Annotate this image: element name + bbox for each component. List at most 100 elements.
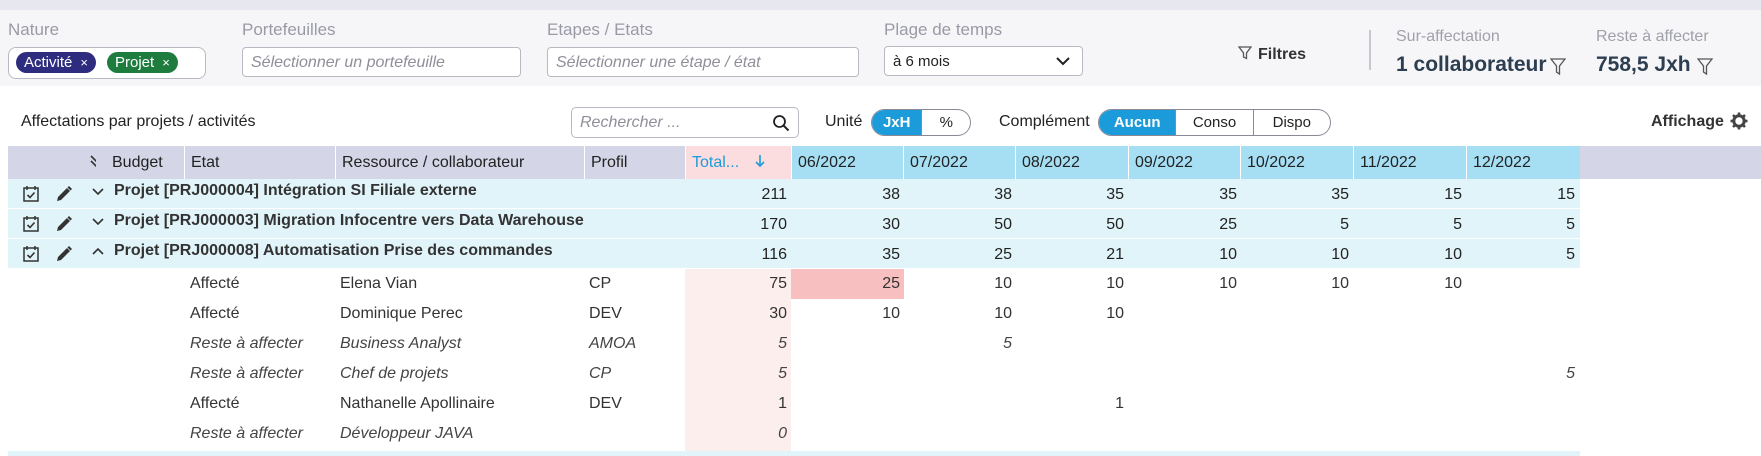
- project-name: Projet [PRJ000008] Automatisation Prise …: [114, 242, 553, 259]
- reste-value: 758,5 Jxh: [1596, 53, 1691, 76]
- detail-ressource[interactable]: Dominique Perec: [340, 305, 463, 323]
- project-month-value: 5: [1566, 216, 1575, 233]
- col-month[interactable]: 12/2022: [1466, 146, 1580, 179]
- detail-month-value[interactable]: 5: [1466, 365, 1579, 383]
- detail-ressource[interactable]: Business Analyst: [340, 335, 461, 353]
- project-month-value: 38: [882, 186, 900, 203]
- detail-etat: Reste à affecter: [190, 425, 303, 442]
- detail-month-value[interactable]: 10: [903, 305, 1016, 323]
- project-total: 116: [761, 246, 787, 263]
- col-month[interactable]: 06/2022: [791, 146, 904, 179]
- plage-select[interactable]: à 6 mois: [884, 46, 1083, 76]
- detail-etat: Reste à affecter: [190, 365, 303, 382]
- filter-icon[interactable]: [1697, 58, 1713, 76]
- detail-month-value[interactable]: 10: [1128, 275, 1241, 293]
- top-strip: [0, 0, 1761, 10]
- unite-label: Unité: [825, 113, 863, 130]
- edit-pencil-icon[interactable]: [55, 185, 73, 208]
- calendar-check-icon[interactable]: [22, 215, 40, 238]
- project-month-value: 21: [1106, 246, 1124, 263]
- unite-option-percent[interactable]: %: [922, 110, 970, 135]
- col-month[interactable]: 07/2022: [903, 146, 1016, 179]
- unite-toggle[interactable]: JxH %: [871, 109, 971, 136]
- detail-ressource[interactable]: Elena Vian: [340, 275, 417, 293]
- remove-chip-icon[interactable]: ×: [162, 55, 170, 70]
- sur-affectation-value: 1 collaborateur: [1396, 53, 1547, 76]
- detail-month-value[interactable]: 10: [1240, 275, 1353, 293]
- detail-month-value[interactable]: 5: [903, 335, 1016, 353]
- search-input[interactable]: Rechercher ...: [571, 107, 799, 138]
- gear-icon[interactable]: [1730, 112, 1748, 130]
- project-month-value: 35: [1219, 186, 1237, 203]
- project-month-value: 25: [994, 246, 1012, 263]
- portefeuille-select[interactable]: Sélectionner un portefeuille: [242, 47, 521, 77]
- portefeuilles-label: Portefeuilles: [242, 20, 336, 39]
- project-month-value: 35: [1106, 186, 1124, 203]
- complement-option-conso[interactable]: Conso: [1176, 110, 1254, 135]
- filter-icon[interactable]: [1550, 58, 1566, 76]
- col-etat[interactable]: Etat: [184, 146, 335, 179]
- project-month-value: 35: [1331, 186, 1349, 203]
- sort-down-icon: [755, 155, 765, 168]
- detail-month-value[interactable]: 10: [1353, 275, 1466, 293]
- project-month-value: 50: [994, 216, 1012, 233]
- edit-pencil-icon[interactable]: [55, 245, 73, 268]
- chevron-down-icon[interactable]: [91, 185, 105, 203]
- detail-month-value[interactable]: 10: [1015, 305, 1128, 323]
- detail-ressource[interactable]: Nathanelle Apollinaire: [340, 395, 495, 413]
- detail-ressource[interactable]: Développeur JAVA: [340, 425, 473, 443]
- project-month-value: 10: [1444, 246, 1462, 263]
- nature-chip-field[interactable]: Activité × Projet ×: [8, 47, 206, 79]
- detail-total: 5: [778, 335, 787, 352]
- col-total[interactable]: Total...: [685, 146, 791, 179]
- calendar-check-icon[interactable]: [22, 245, 40, 268]
- detail-etat: Affecté: [190, 395, 240, 412]
- detail-profil: DEV: [589, 395, 622, 412]
- project-month-value: 15: [1557, 186, 1575, 203]
- chevron-down-icon[interactable]: [91, 215, 105, 233]
- chip-activite[interactable]: Activité ×: [16, 52, 96, 73]
- divider: [1369, 30, 1371, 70]
- sur-affectation-label: Sur-affectation: [1396, 28, 1500, 45]
- remove-chip-icon[interactable]: ×: [80, 55, 88, 70]
- detail-total: 5: [778, 365, 787, 382]
- chevron-down-icon: [1056, 57, 1070, 66]
- detail-month-value[interactable]: 10: [1015, 275, 1128, 293]
- collapse-all-icon[interactable]: [8, 146, 102, 179]
- project-total: 170: [760, 216, 787, 233]
- detail-month-value[interactable]: 25: [791, 275, 904, 293]
- complement-label: Complément: [999, 113, 1090, 130]
- complement-option-dispo[interactable]: Dispo: [1254, 110, 1330, 135]
- col-month[interactable]: 09/2022: [1128, 146, 1241, 179]
- unite-option-jxh[interactable]: JxH: [872, 110, 923, 135]
- etapes-label: Etapes / Etats: [547, 20, 653, 39]
- detail-month-value[interactable]: 10: [791, 305, 904, 323]
- search-icon[interactable]: [772, 114, 790, 132]
- detail-etat: Affecté: [190, 305, 240, 322]
- edit-pencil-icon[interactable]: [55, 215, 73, 238]
- project-month-value: 50: [1106, 216, 1124, 233]
- col-profil[interactable]: Profil: [584, 146, 685, 179]
- detail-month-value[interactable]: 10: [903, 275, 1016, 293]
- col-budget[interactable]: Budget: [96, 146, 184, 179]
- project-name: Projet [PRJ000004] Intégration SI Filial…: [114, 182, 477, 199]
- detail-ressource[interactable]: Chef de projets: [340, 365, 449, 383]
- col-month[interactable]: 10/2022: [1240, 146, 1353, 179]
- chevron-up-icon[interactable]: [91, 245, 105, 263]
- plage-value: à 6 mois: [893, 53, 950, 70]
- next-project-row: [8, 451, 1580, 456]
- detail-profil: CP: [589, 365, 612, 382]
- detail-month-value[interactable]: 1: [1015, 395, 1128, 413]
- col-month[interactable]: 08/2022: [1015, 146, 1128, 179]
- complement-toggle[interactable]: Aucun Conso Dispo: [1098, 109, 1331, 136]
- reste-label: Reste à affecter: [1596, 28, 1709, 45]
- col-ressource[interactable]: Ressource / collaborateur: [335, 146, 584, 179]
- affichage-label[interactable]: Affichage: [1651, 113, 1724, 131]
- chip-projet[interactable]: Projet ×: [107, 52, 178, 73]
- filters-button[interactable]: Filtres: [1237, 46, 1306, 70]
- etape-select[interactable]: Sélectionner une étape / état: [547, 47, 859, 77]
- col-month[interactable]: 11/2022: [1353, 146, 1466, 179]
- complement-option-aucun[interactable]: Aucun: [1099, 110, 1177, 135]
- calendar-check-icon[interactable]: [22, 185, 40, 208]
- section-title: Affectations par projets / activités: [21, 113, 256, 130]
